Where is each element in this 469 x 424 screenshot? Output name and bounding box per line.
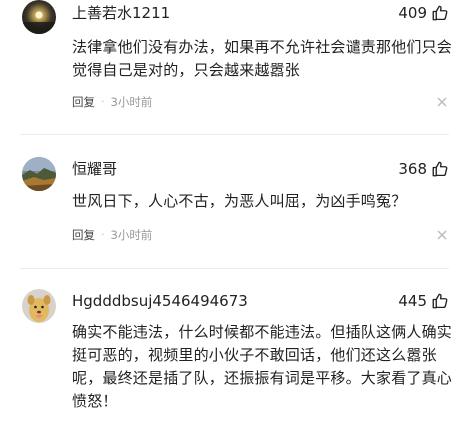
meta-separator: · xyxy=(101,95,105,108)
thumbs-up-icon[interactable] xyxy=(431,160,449,178)
username[interactable]: Hgdddbsuj4546494673 xyxy=(72,292,248,310)
comment-meta: 回复 · 3小时前 xyxy=(72,228,152,242)
comment-item: 恒耀哥 368 世风日下，人心不古，为恶人叫屈，为凶手鸣冤？ 回复 · 3小时前 xyxy=(0,148,469,258)
like-count: 445 xyxy=(398,292,427,310)
reply-button[interactable]: 回复 xyxy=(72,228,95,242)
like-button[interactable]: 409 xyxy=(398,4,449,22)
thumbs-up-icon[interactable] xyxy=(431,4,449,22)
cartoon-dog-avatar-icon[interactable] xyxy=(22,289,56,323)
username[interactable]: 恒耀哥 xyxy=(72,160,117,178)
timestamp: 3小时前 xyxy=(110,228,153,242)
divider xyxy=(20,134,449,135)
meta-separator: · xyxy=(101,228,105,241)
close-icon[interactable] xyxy=(437,230,447,240)
like-button[interactable]: 368 xyxy=(398,160,449,178)
comment-meta: 回复 · 3小时前 xyxy=(72,95,152,109)
reply-button[interactable]: 回复 xyxy=(72,95,95,109)
thumbs-up-icon[interactable] xyxy=(431,292,449,310)
comment-text: 确实不能违法，什么时候都不能违法。但插队这俩人确实挺可恶的，视频里的小伙子不敢回… xyxy=(72,323,453,410)
timestamp: 3小时前 xyxy=(110,95,153,109)
comment-text: 法律拿他们没有办法，如果再不允许社会谴责那他们只会觉得自己是对的，只会越来越嚣张 xyxy=(72,38,453,79)
like-button[interactable]: 445 xyxy=(398,292,449,310)
comment-item: Hgdddbsuj4546494673 445 确实不能违法，什么时候都不能违法… xyxy=(0,283,469,424)
username[interactable]: 上善若水1211 xyxy=(72,4,170,22)
comment-text: 世风日下，人心不古，为恶人叫屈，为凶手鸣冤？ xyxy=(72,192,407,210)
landscape-avatar-icon[interactable] xyxy=(22,157,56,191)
like-count: 409 xyxy=(398,4,427,22)
comment-item: 上善若水1211 409 法律拿他们没有办法，如果再不允许社会谴责那他们只会觉得… xyxy=(0,0,469,130)
sunset-avatar-icon[interactable] xyxy=(22,0,56,34)
close-icon[interactable] xyxy=(437,97,447,107)
divider xyxy=(20,268,449,269)
like-count: 368 xyxy=(398,160,427,178)
